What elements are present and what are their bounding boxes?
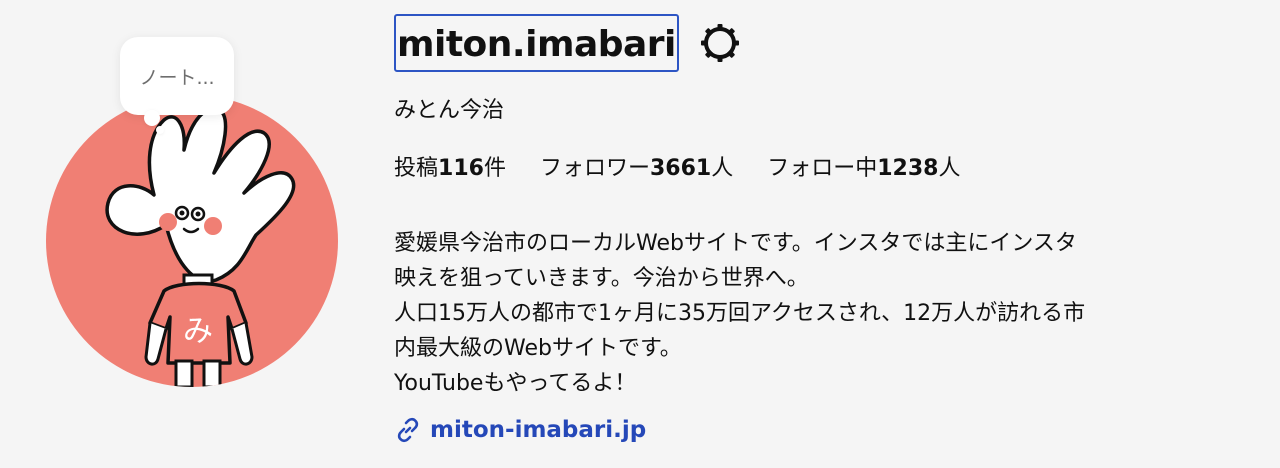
stat-following-count: 1238	[877, 156, 939, 181]
note-bubble-tail-large	[144, 110, 160, 126]
username[interactable]: miton.imabari	[394, 14, 679, 72]
stat-followers[interactable]: フォロワー3661人	[540, 150, 733, 182]
link-icon	[394, 416, 422, 444]
note-bubble[interactable]: ノート...	[120, 37, 234, 115]
avatar-image: み	[46, 95, 338, 387]
username-row: miton.imabari	[394, 14, 743, 72]
profile-stats: 投稿116件 フォロワー3661人 フォロー中1238人	[394, 150, 995, 182]
stat-posts-unit: 件	[483, 156, 506, 181]
bio-line: 愛媛県今治市のローカルWebサイトです。インスタでは主にインスタ	[394, 231, 1077, 256]
stat-followers-count: 3661	[649, 156, 712, 181]
bio: 愛媛県今治市のローカルWebサイトです。インスタでは主にインスタ 映えを狙ってい…	[394, 226, 1244, 401]
note-bubble-tail-small	[156, 126, 164, 134]
bio-line: 人口15万人の都市で1ヶ月に35万回アクセスされ、12万人が訪れる市	[394, 301, 1086, 326]
website-text: miton-imabari.jp	[430, 417, 647, 443]
stat-following[interactable]: フォロー中1238人	[767, 150, 960, 182]
bio-line: YouTubeもやってるよ！	[394, 371, 637, 396]
mascot-illustration: み	[105, 106, 296, 387]
website-link[interactable]: miton-imabari.jp	[394, 416, 646, 444]
stat-followers-unit: 人	[711, 156, 734, 181]
stat-followers-label: フォロワー	[539, 156, 650, 181]
stat-following-label: フォロー中	[767, 156, 878, 181]
profile-avatar[interactable]: み	[46, 95, 338, 387]
stat-following-unit: 人	[938, 156, 961, 181]
stat-posts[interactable]: 投稿116件	[394, 150, 506, 182]
stat-posts-label: 投稿	[394, 156, 439, 181]
full-name: みとん今治	[394, 98, 505, 123]
note-bubble-text: ノート...	[139, 66, 215, 89]
gear-icon[interactable]	[697, 20, 743, 66]
bio-line: 映えを狙っていきます。今治から世界へ。	[394, 266, 809, 291]
stat-posts-count: 116	[438, 156, 484, 181]
svg-text:み: み	[183, 314, 213, 349]
bio-line: 内最大級のWebサイトです。	[394, 336, 682, 361]
